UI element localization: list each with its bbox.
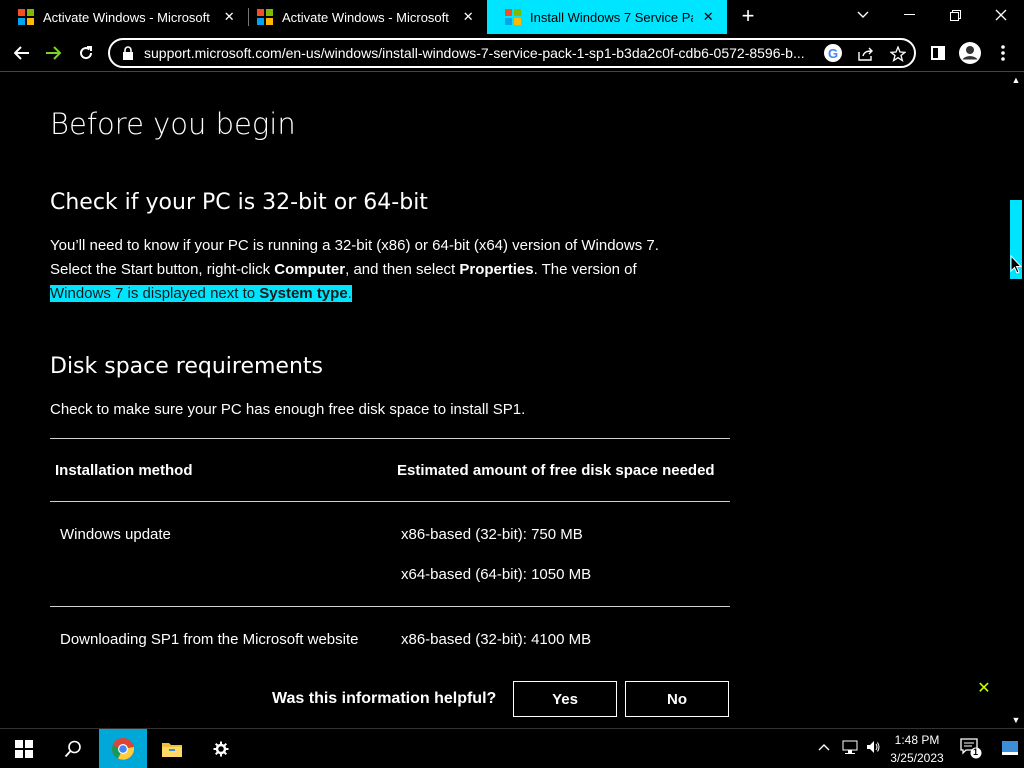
row-value: x86-based (32-bit): 750 MB — [401, 526, 583, 543]
close-tab-icon[interactable]: ✕ — [699, 8, 717, 26]
disk-space-table: Installation method Estimated amount of … — [50, 438, 730, 666]
column-header-method: Installation method — [55, 461, 193, 479]
disk-space-text: Check to make sure your PC has enough fr… — [50, 401, 526, 418]
tab-title: Activate Windows - Microsoft Su — [282, 9, 454, 25]
feedback-yes-button[interactable]: Yes — [513, 681, 617, 717]
text-span: . — [347, 285, 352, 302]
search-button[interactable] — [50, 729, 96, 768]
browser-toolbar: support.microsoft.com/en-us/windows/inst… — [0, 34, 1024, 72]
scroll-down-arrow-icon[interactable]: ▼ — [1008, 713, 1024, 727]
folder-icon — [162, 743, 182, 757]
text-span: . The version of — [533, 261, 637, 278]
windows-taskbar: 1:48 PM 3/25/2023 1 — [0, 728, 1024, 768]
forward-arrow-icon[interactable] — [40, 40, 66, 66]
section-heading-disk-space: Disk space requirements — [50, 354, 323, 379]
gear-icon — [213, 741, 229, 757]
table-row: Windows update x86-based (32-bit): 750 M… — [50, 501, 730, 606]
windows-logo-icon — [15, 740, 33, 758]
scroll-up-arrow-icon[interactable]: ▲ — [1008, 73, 1024, 87]
row-method: Windows update — [60, 526, 171, 543]
clock-date: 3/25/2023 — [890, 751, 944, 765]
row-value: x64-based (64-bit): 1050 MB — [401, 566, 592, 583]
close-tab-icon[interactable]: ✕ — [459, 8, 477, 26]
section-heading-bitness: Check if your PC is 32-bit or 64-bit — [50, 190, 428, 215]
page-scrollbar[interactable]: ▲ ▼ — [1008, 73, 1024, 727]
bitness-instructions: You’ll need to know if your PC is runnin… — [50, 234, 730, 306]
clock-time: 1:48 PM — [894, 733, 940, 747]
profile-avatar-icon[interactable] — [957, 40, 983, 66]
tab-strip: Activate Windows - Microsoft Su ✕ Activa… — [0, 0, 1024, 34]
address-bar[interactable]: support.microsoft.com/en-us/windows/inst… — [108, 38, 916, 68]
url-text: support.microsoft.com/en-us/windows/inst… — [144, 45, 805, 61]
taskbar-chrome[interactable] — [99, 729, 147, 768]
row-value: x86-based (32-bit): 4100 MB — [401, 631, 592, 648]
microsoft-logo-icon — [505, 9, 521, 25]
reload-icon[interactable] — [73, 40, 99, 66]
selected-text: Windows 7 is displayed next to System ty… — [50, 285, 352, 302]
feedback-question: Was this information helpful? — [272, 690, 497, 707]
back-arrow-icon[interactable] — [9, 40, 35, 66]
restore-button[interactable] — [932, 0, 978, 30]
tab-title: Activate Windows - Microsoft Su — [43, 9, 215, 25]
volume-icon[interactable] — [865, 739, 881, 758]
bitness-line-2: Select the Start button, right-click Com… — [50, 258, 730, 282]
show-desktop-icon[interactable] — [1002, 741, 1018, 758]
lock-icon[interactable] — [120, 45, 136, 61]
bitness-line-3: Windows 7 is displayed next to System ty… — [50, 282, 730, 306]
chrome-icon — [112, 738, 135, 760]
computer-term: Computer — [274, 261, 346, 278]
mouse-cursor-icon — [1010, 254, 1023, 280]
taskbar-file-explorer[interactable] — [149, 729, 195, 768]
column-header-space: Estimated amount of free disk space need… — [397, 461, 715, 479]
close-tab-icon[interactable]: ✕ — [220, 8, 238, 26]
share-icon[interactable] — [856, 44, 876, 64]
text-span: Windows 7 is displayed next to — [50, 285, 260, 302]
table-row: Downloading SP1 from the Microsoft websi… — [50, 606, 730, 666]
notification-count: 1 — [973, 747, 979, 757]
browser-menu-icon[interactable] — [990, 40, 1016, 66]
tab-install-sp1[interactable]: Install Windows 7 Service Pack 1 ✕ — [487, 0, 727, 34]
action-center-icon[interactable]: 1 — [960, 737, 982, 762]
taskbar-settings[interactable] — [198, 729, 244, 768]
properties-term: Properties — [459, 261, 534, 278]
bitness-line-1: You’ll need to know if your PC is runnin… — [50, 237, 659, 254]
show-hidden-icons-chevron-icon[interactable] — [818, 739, 830, 754]
tab-title: Install Windows 7 Service Pack 1 — [530, 9, 693, 25]
system-type-term: System type — [259, 285, 348, 302]
google-lens-icon[interactable]: G — [824, 44, 842, 62]
row-method: Downloading SP1 from the Microsoft websi… — [60, 631, 359, 648]
close-window-button[interactable] — [978, 0, 1024, 30]
search-icon — [64, 740, 81, 758]
feedback-no-button[interactable]: No — [625, 681, 729, 717]
tab-activate-windows-2[interactable]: Activate Windows - Microsoft Su ✕ — [239, 0, 487, 34]
tab-search-chevron-icon[interactable] — [840, 0, 886, 30]
text-span: Select the Start button, right-click — [50, 261, 275, 278]
microsoft-logo-icon — [18, 9, 34, 25]
microsoft-logo-icon — [257, 9, 273, 25]
text-span: , and then select — [345, 261, 460, 278]
feedback-bar: Was this information helpful? Yes No ✕ — [0, 681, 1008, 727]
page-title: Before you begin — [50, 107, 296, 141]
start-button[interactable] — [0, 729, 48, 768]
page-content: Before you begin Check if your PC is 32-… — [0, 73, 1008, 727]
network-icon[interactable] — [842, 739, 858, 758]
bookmark-star-icon[interactable] — [888, 44, 908, 64]
close-feedback-icon[interactable]: ✕ — [976, 681, 992, 697]
side-panel-icon[interactable] — [925, 40, 951, 66]
tab-activate-windows-1[interactable]: Activate Windows - Microsoft Su ✕ — [0, 0, 248, 34]
new-tab-button[interactable]: + — [736, 5, 760, 29]
minimize-button[interactable] — [886, 0, 932, 30]
table-header-row: Installation method Estimated amount of … — [50, 438, 730, 501]
system-clock[interactable]: 1:48 PM 3/25/2023 — [888, 731, 946, 767]
